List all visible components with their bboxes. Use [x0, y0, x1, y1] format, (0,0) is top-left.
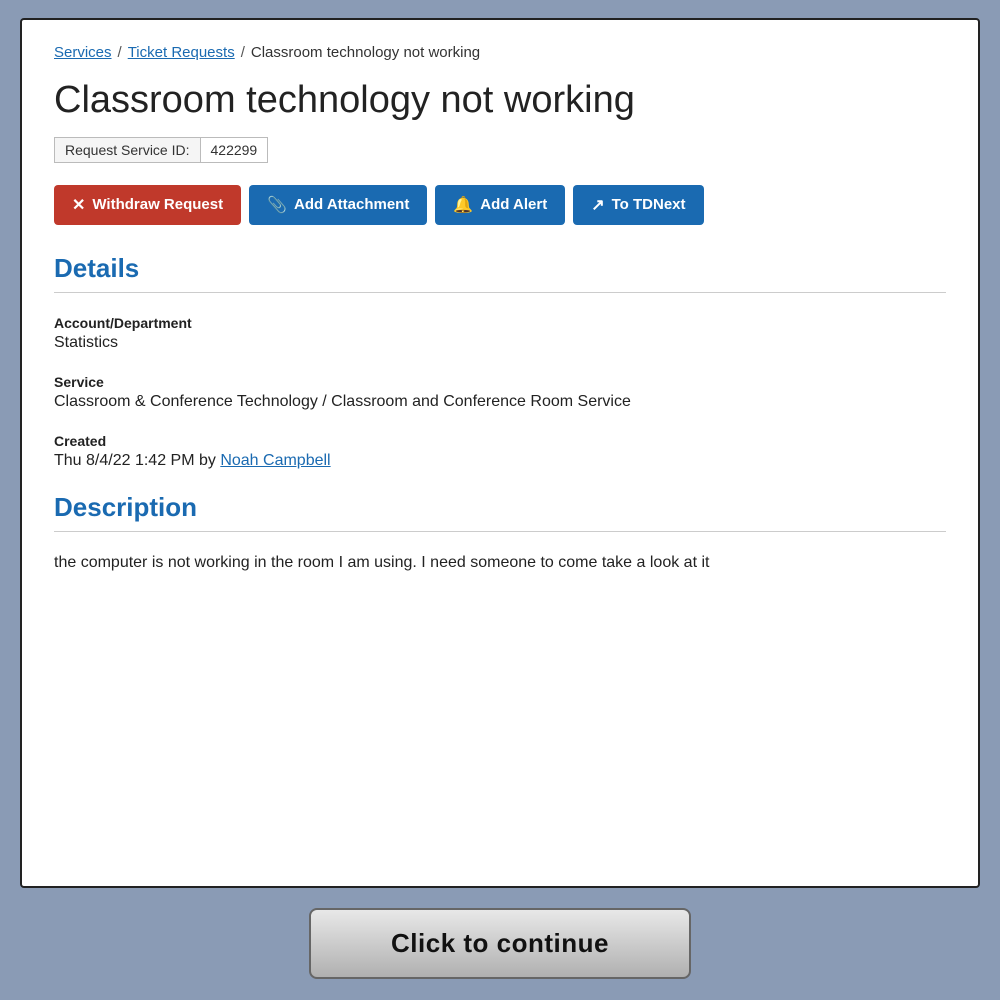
- account-department-value: Statistics: [54, 334, 946, 352]
- breadcrumb: Services / Ticket Requests / Classroom t…: [54, 44, 946, 61]
- service-label: Service: [54, 374, 946, 390]
- service-id-label: Request Service ID:: [54, 137, 200, 163]
- withdraw-request-label: Withdraw Request: [92, 196, 223, 213]
- created-date-text: Thu 8/4/22 1:42 PM by: [54, 452, 220, 469]
- breadcrumb-current: Classroom technology not working: [251, 44, 480, 61]
- paperclip-icon: 📎: [267, 195, 287, 215]
- description-heading: Description: [54, 492, 946, 523]
- description-divider: [54, 531, 946, 532]
- breadcrumb-separator-1: /: [118, 44, 122, 61]
- continue-button[interactable]: Click to continue: [309, 908, 691, 979]
- service-id-row: Request Service ID: 422299: [54, 137, 946, 163]
- action-buttons: ✕ Withdraw Request 📎 Add Attachment 🔔 Ad…: [54, 185, 946, 225]
- service-value: Classroom & Conference Technology / Clas…: [54, 393, 946, 411]
- service-field: Service Classroom & Conference Technolog…: [54, 374, 946, 411]
- add-attachment-button[interactable]: 📎 Add Attachment: [249, 185, 427, 225]
- created-value: Thu 8/4/22 1:42 PM by Noah Campbell: [54, 452, 946, 470]
- details-heading: Details: [54, 253, 946, 284]
- creator-link[interactable]: Noah Campbell: [220, 452, 330, 469]
- to-tdnext-label: To TDNext: [612, 196, 686, 213]
- created-field: Created Thu 8/4/22 1:42 PM by Noah Campb…: [54, 433, 946, 470]
- breadcrumb-services-link[interactable]: Services: [54, 44, 112, 61]
- page-title: Classroom technology not working: [54, 79, 946, 123]
- service-id-value: 422299: [200, 137, 269, 163]
- add-alert-button[interactable]: 🔔 Add Alert: [435, 185, 565, 225]
- add-attachment-label: Add Attachment: [294, 196, 409, 213]
- details-divider: [54, 292, 946, 293]
- withdraw-request-button[interactable]: ✕ Withdraw Request: [54, 185, 241, 225]
- x-icon: ✕: [72, 195, 85, 215]
- bottom-bar: Click to continue: [0, 908, 1000, 979]
- description-section: Description the computer is not working …: [54, 492, 946, 572]
- external-link-icon: ↗: [591, 195, 604, 215]
- details-section: Details Account/Department Statistics Se…: [54, 253, 946, 470]
- main-card: Services / Ticket Requests / Classroom t…: [20, 18, 980, 888]
- breadcrumb-ticket-requests-link[interactable]: Ticket Requests: [128, 44, 235, 61]
- account-department-field: Account/Department Statistics: [54, 315, 946, 352]
- description-text: the computer is not working in the room …: [54, 554, 946, 572]
- breadcrumb-separator-2: /: [241, 44, 245, 61]
- account-department-label: Account/Department: [54, 315, 946, 331]
- add-alert-label: Add Alert: [480, 196, 547, 213]
- bell-icon: 🔔: [453, 195, 473, 215]
- to-tdnext-button[interactable]: ↗ To TDNext: [573, 185, 703, 225]
- created-label: Created: [54, 433, 946, 449]
